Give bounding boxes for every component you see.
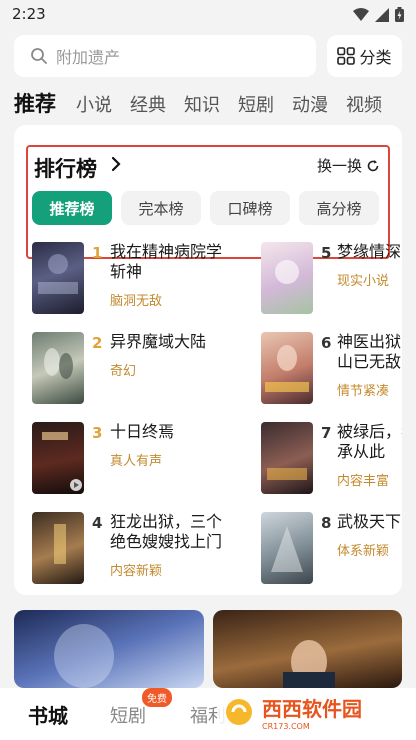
banner-left[interactable] xyxy=(14,610,204,688)
status-bar: 2:23 xyxy=(0,0,416,30)
book-cover-art xyxy=(275,260,299,284)
ranking-title[interactable]: 排行榜 xyxy=(34,153,97,183)
list-item[interactable]: 4 狂龙出狱，三个绝色嫂嫂找上门 内容新颖 xyxy=(32,512,252,592)
free-badge: 免费 xyxy=(142,688,172,707)
rank-number: 7 xyxy=(321,424,332,442)
book-cover xyxy=(32,242,84,314)
list-item[interactable]: 1 我在精神病院学斩神 脑洞无敌 xyxy=(32,242,252,322)
banner-art xyxy=(283,640,335,688)
nav-short-drama[interactable]: 短剧 xyxy=(110,702,146,728)
tab-recommend[interactable]: 推荐 xyxy=(14,88,56,118)
watermark-logo: 西西软件园 CR173.COM xyxy=(218,690,408,734)
list-item[interactable]: 8 武极天下 体系新颖 xyxy=(261,512,402,592)
tab-anime[interactable]: 动漫 xyxy=(292,91,328,117)
list-item[interactable]: 5 梦缘情深 现实小说 xyxy=(261,242,402,322)
book-cover-art xyxy=(38,254,78,294)
banner-art xyxy=(54,624,114,688)
book-cover xyxy=(32,422,84,494)
tab-knowledge[interactable]: 知识 xyxy=(184,91,220,117)
tab-short-drama[interactable]: 短剧 xyxy=(238,91,274,117)
wifi-icon xyxy=(353,7,369,21)
book-title: 十日终焉 xyxy=(110,422,175,441)
chip-reputation[interactable]: 口碑榜 xyxy=(210,191,290,225)
book-title: 被绿后，我继承从此 xyxy=(337,422,402,461)
watermark-text: 西西软件园 xyxy=(262,697,362,721)
book-title: 神医出狱，下山已无敌 xyxy=(337,332,402,371)
book-cover-art xyxy=(54,524,66,564)
chip-high-score[interactable]: 高分榜 xyxy=(299,191,379,225)
tab-video[interactable]: 视频 xyxy=(346,91,382,117)
refresh-button[interactable]: 换一换 xyxy=(317,155,380,176)
content-tabs: 推荐 小说 经典 知识 短剧 动漫 视频 xyxy=(14,88,400,118)
book-cover xyxy=(261,242,313,314)
nav-bookstore[interactable]: 书城 xyxy=(28,700,68,729)
book-tag: 内容丰富 xyxy=(337,474,390,489)
rank-number: 4 xyxy=(92,514,103,532)
battery-icon xyxy=(395,7,404,22)
rank-number: 3 xyxy=(92,424,103,442)
list-item[interactable]: 2 异界魔域大陆 奇幻 xyxy=(32,332,252,412)
rank-number: 6 xyxy=(321,334,332,352)
book-title: 狂龙出狱，三个绝色嫂嫂找上门 xyxy=(110,512,223,551)
ranking-chips: 推荐榜 完本榜 口碑榜 高分榜 xyxy=(32,191,379,225)
rank-number: 2 xyxy=(92,334,103,352)
book-tag: 真人有声 xyxy=(110,454,163,469)
watermark-icon xyxy=(226,699,252,725)
search-placeholder: 附加遗产 xyxy=(56,48,121,67)
chevron-right-icon[interactable] xyxy=(110,155,122,173)
book-cover xyxy=(261,422,313,494)
book-tag: 情节紧凑 xyxy=(337,384,390,399)
list-item[interactable]: 6 神医出狱，下山已无敌 情节紧凑 xyxy=(261,332,402,412)
book-cover xyxy=(32,512,84,584)
list-item[interactable]: 3 十日终焉 真人有声 xyxy=(32,422,252,502)
refresh-label: 换一换 xyxy=(316,157,362,175)
book-cover xyxy=(261,512,313,584)
book-title: 我在精神病院学斩神 xyxy=(110,242,223,281)
book-tag: 奇幻 xyxy=(110,364,137,379)
signal-icon xyxy=(375,7,389,22)
grid-icon xyxy=(337,47,356,65)
book-tag: 现实小说 xyxy=(337,274,390,289)
category-label: 分类 xyxy=(359,48,392,67)
tab-classic[interactable]: 经典 xyxy=(130,91,166,117)
book-cover-art xyxy=(44,348,73,379)
category-button[interactable]: 分类 xyxy=(327,35,402,77)
status-icons xyxy=(353,7,404,22)
chip-recommend[interactable]: 推荐榜 xyxy=(32,191,112,225)
book-tag: 脑洞无敌 xyxy=(110,294,163,309)
book-cover xyxy=(261,332,313,404)
book-title: 武极天下 xyxy=(337,512,402,531)
book-title: 异界魔域大陆 xyxy=(110,332,207,351)
book-cover-art xyxy=(265,345,309,392)
book-cover-art xyxy=(42,432,82,491)
rank-number: 5 xyxy=(321,244,332,262)
book-title: 梦缘情深 xyxy=(337,242,402,261)
refresh-icon xyxy=(367,159,379,171)
banner-right[interactable] xyxy=(213,610,402,688)
search-input[interactable]: 附加遗产 xyxy=(14,35,316,77)
search-icon xyxy=(31,48,47,64)
book-cover-art xyxy=(271,526,303,572)
ranking-card: 排行榜 换一换 推荐榜 完本榜 口碑榜 高分榜 1 我在精神病院学斩神 脑洞无敌… xyxy=(14,125,402,595)
book-tag: 体系新颖 xyxy=(337,544,390,559)
book-cover-art xyxy=(267,468,307,480)
watermark-subtext: CR173.COM xyxy=(262,722,310,731)
chip-completed[interactable]: 完本榜 xyxy=(121,191,201,225)
tab-novel[interactable]: 小说 xyxy=(76,91,112,117)
book-tag: 内容新颖 xyxy=(110,564,163,579)
book-cover xyxy=(32,332,84,404)
list-item[interactable]: 7 被绿后，我继承从此 内容丰富 xyxy=(261,422,402,502)
status-time: 2:23 xyxy=(12,5,46,23)
rank-number: 8 xyxy=(321,514,332,532)
rank-number: 1 xyxy=(92,244,103,262)
